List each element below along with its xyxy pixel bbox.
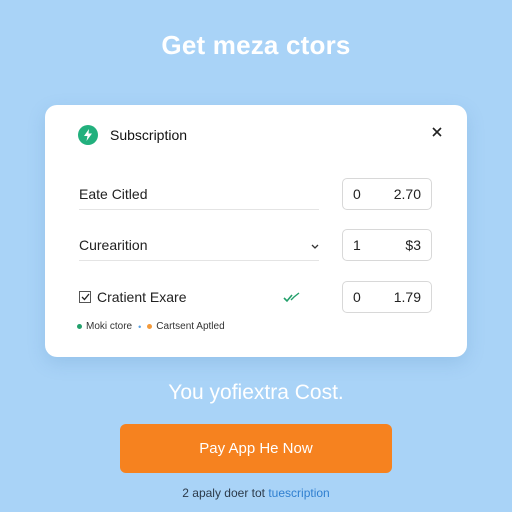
quantity-field[interactable]: 0 2.70 — [342, 178, 432, 210]
legend-dot-green — [77, 324, 82, 329]
row-divider — [79, 260, 319, 261]
row-divider — [79, 209, 319, 210]
headline: Get meza ctors — [161, 30, 351, 60]
quantity-value: 0 — [353, 186, 361, 202]
price-value: 2.70 — [393, 186, 421, 202]
card-header: Subscription — [78, 125, 187, 145]
checkbox-label: Cratient Exare — [97, 289, 187, 305]
lightning-icon — [78, 125, 98, 145]
quantity-field[interactable]: 0 1.79 — [342, 281, 432, 313]
chevron-down-icon[interactable] — [311, 237, 319, 255]
quantity-field[interactable]: 1 $3 — [342, 229, 432, 261]
footer-prefix: 2 apaly doer tot — [182, 486, 265, 500]
subscription-card: Subscription Eate Citled 0 2.70 Curearit… — [45, 105, 467, 357]
checkbox[interactable] — [79, 291, 91, 303]
quantity-value: 0 — [353, 289, 361, 305]
legend-separator: • — [138, 321, 142, 332]
close-icon[interactable] — [429, 124, 445, 140]
legend-item: Moki ctore — [86, 321, 133, 332]
pay-now-button[interactable]: Pay App He Now — [120, 424, 392, 473]
sub-headline: You yofiextra Cost. — [168, 381, 344, 404]
subscription-link[interactable]: tuescription — [268, 486, 329, 500]
legend-dot-orange — [147, 324, 153, 329]
legend: Moki ctore • Cartsent Aptled — [77, 321, 225, 332]
footer-text: 2 apaly doer tot tuescription — [0, 486, 512, 500]
legend-item: Cartsent Aptled — [156, 321, 225, 332]
quantity-value: 1 — [353, 237, 361, 253]
checkmark-icon — [283, 290, 301, 308]
card-title: Subscription — [110, 127, 188, 143]
price-value: $3 — [405, 237, 421, 253]
row-label: Eate Citled — [79, 186, 148, 202]
price-value: 1.79 — [393, 289, 421, 305]
dropdown-label[interactable]: Curearition — [79, 237, 147, 253]
